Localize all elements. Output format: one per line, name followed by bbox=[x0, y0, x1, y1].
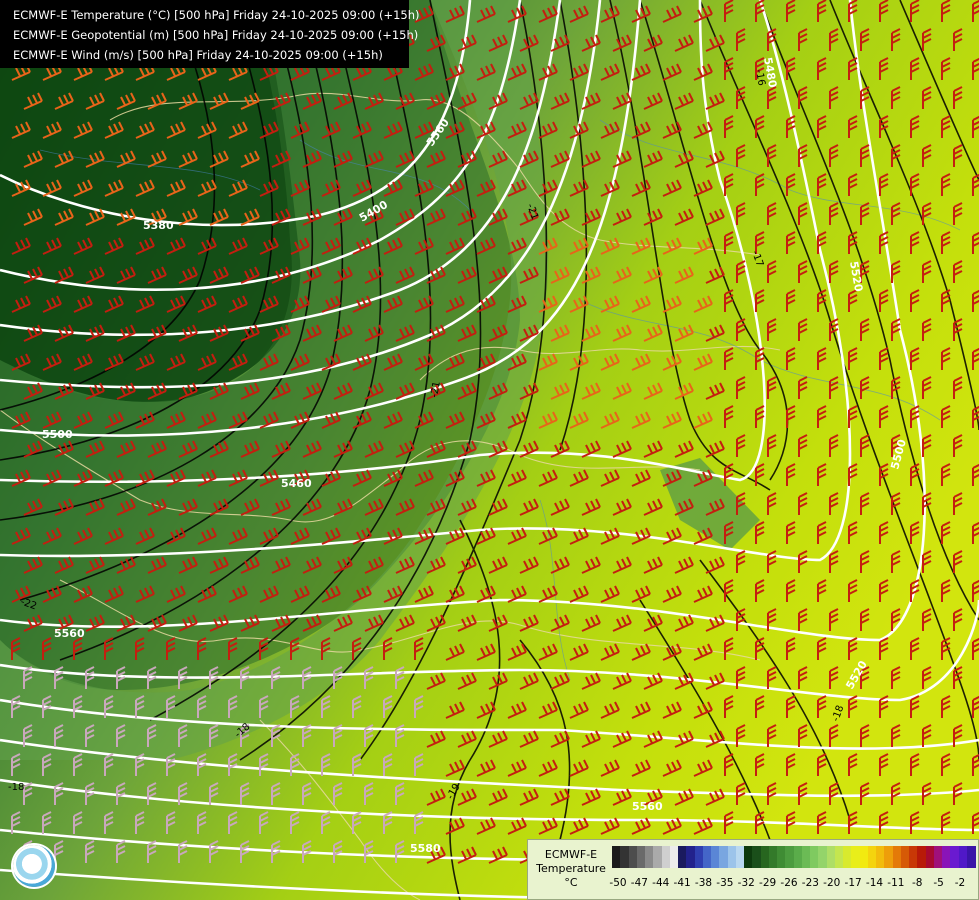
legend-tick-label: -47 bbox=[630, 877, 648, 889]
legend-tick-label: -41 bbox=[673, 877, 691, 889]
legend-tick-label: -23 bbox=[801, 877, 819, 889]
temperature-label: -18 bbox=[8, 782, 24, 793]
temperature-legend: ECMWF-E Temperature °C -50 -47 -44 -41 -38 -3… bbox=[527, 839, 979, 900]
legend-tick-label: -8 bbox=[912, 877, 923, 889]
legend-tick-label: -50 bbox=[609, 877, 627, 889]
legend-variable: Temperature bbox=[536, 862, 606, 875]
legend-tick-label: -5 bbox=[933, 877, 944, 889]
legend-tick-label: -44 bbox=[652, 877, 670, 889]
legend-swatch bbox=[966, 846, 976, 868]
map-header: ECMWF-E Temperature (°C) [500 hPa] Frida… bbox=[0, 0, 420, 68]
geopotential-label: 5580 bbox=[410, 842, 441, 855]
legend-tick-label: -2 bbox=[954, 877, 966, 889]
geopotential-label: 5460 bbox=[281, 477, 312, 490]
legend-tick-label: -17 bbox=[844, 877, 862, 889]
legend-tick-label: -26 bbox=[780, 877, 798, 889]
legend-tick-label: -38 bbox=[694, 877, 713, 889]
legend-title: ECMWF-E Temperature °C bbox=[535, 848, 607, 890]
legend-tick-label: -35 bbox=[716, 877, 734, 889]
header-temperature-line: ECMWF-E Temperature (°C) [500 hPa] Frida… bbox=[13, 8, 420, 22]
legend-model: ECMWF-E bbox=[544, 848, 598, 861]
weather-map: 5380 5400 5460 5480 5500 5520 5560 5560 … bbox=[0, 0, 979, 900]
geopotential-label: 5560 bbox=[54, 627, 85, 640]
geopotential-label: 5380 bbox=[143, 219, 174, 232]
legend-unit: °C bbox=[564, 876, 578, 889]
legend-tick-label: -14 bbox=[865, 877, 884, 889]
legend-tick-label: -20 bbox=[823, 877, 841, 889]
header-wind-line: ECMWF-E Wind (m/s) [500 hPa] Friday 24-1… bbox=[13, 48, 383, 62]
geopotential-label: 5560 bbox=[632, 800, 663, 813]
header-geopotential-line: ECMWF-E Geopotential (m) [500 hPa] Frida… bbox=[13, 28, 419, 42]
legend-tick-label: -32 bbox=[737, 877, 755, 889]
legend-tick-label: -11 bbox=[887, 877, 905, 889]
legend-tick-label: -29 bbox=[759, 877, 777, 889]
geopotential-label: 5500 bbox=[42, 428, 73, 441]
ecmwf-logo-icon bbox=[13, 845, 55, 887]
